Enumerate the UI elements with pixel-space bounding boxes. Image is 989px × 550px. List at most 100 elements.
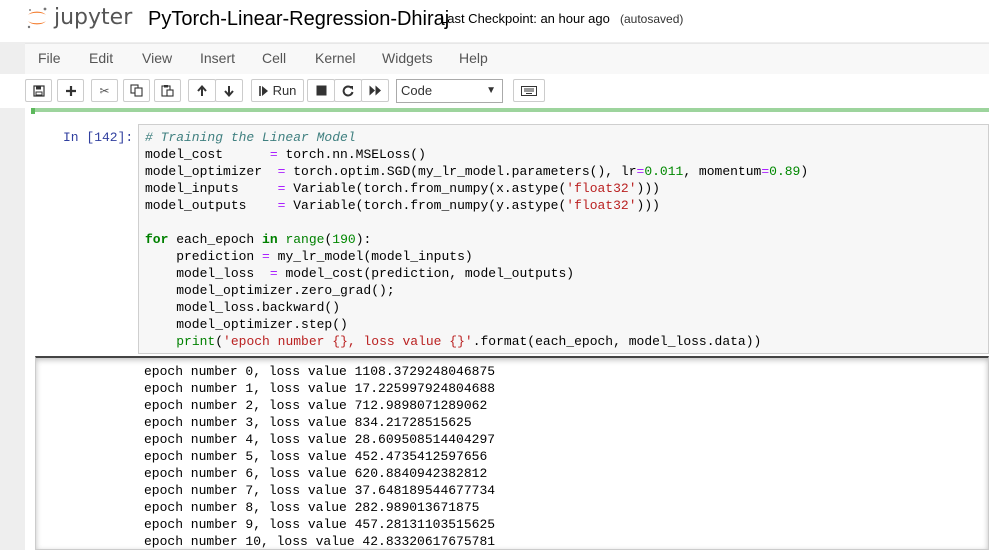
code-token: each_epoch [168,232,263,247]
menu-bar: File Edit View Insert Cell Kernel Widget… [25,43,989,75]
menu-edit[interactable]: Edit [89,50,113,66]
copy-icon [130,84,143,97]
code-token: = [269,266,278,281]
code-token: model_loss.backward() [145,300,341,315]
code-token: Variable(torch.from_numpy(x.astype( [285,181,567,196]
code-token: ))) [636,181,660,196]
code-line: for each_epoch in range(190): [145,231,808,248]
code-token: .format(each_epoch, model_loss.data)) [472,334,762,349]
code-line: print('epoch number {}, loss value {}'.f… [145,333,808,350]
code-token: in [262,232,278,247]
code-token: 'epoch number {}, loss value {}' [223,334,473,349]
menu-widgets[interactable]: Widgets [382,50,433,66]
code-token: ): [355,232,372,247]
cut-button[interactable]: ✂ [91,79,118,102]
code-token: ( [215,334,224,349]
code-token: # Training the Linear Model [145,130,356,145]
save-button[interactable] [25,79,52,102]
code-token: torch.nn.MSELoss() [277,147,426,162]
menu-insert[interactable]: Insert [200,50,235,66]
cell-type-value: Code [401,83,433,98]
code-token: model_loss [145,266,270,281]
code-token: model_cost(prediction, model_outputs) [277,266,575,281]
code-token: 0.89 [769,164,801,179]
jupyter-logo-icon [27,7,47,29]
output-line: epoch number 7, loss value 37.6481895446… [144,483,496,498]
insert-cell-button[interactable] [57,79,84,102]
code-token: prediction [145,249,263,264]
menu-view[interactable]: View [142,50,172,66]
code-token: torch.optim.SGD(my_lr_model.parameters()… [285,164,637,179]
code-token: Variable(torch.from_numpy(y.astype( [285,198,567,213]
code-editor[interactable]: # Training the Linear Model model_cost = … [145,129,808,350]
code-token: for [145,232,169,247]
jupyter-logo-text: jupyter [54,5,133,30]
code-line: model_optimizer.step() [145,316,808,333]
menu-file[interactable]: File [38,50,61,66]
selected-cell-marker [31,108,35,114]
run-button-label: Run [272,83,297,98]
code-token: 190 [332,232,356,247]
output-line: epoch number 10, loss value 42.833206176… [144,534,496,549]
code-token: model_optimizer.zero_grad(); [145,283,395,298]
plus-icon [65,85,76,96]
move-down-button[interactable] [215,79,243,102]
code-token: model_optimizer.step() [145,317,348,332]
restart-run-all-button[interactable] [361,79,389,102]
stop-icon [316,85,326,96]
command-palette-button[interactable] [513,79,545,102]
output-line: epoch number 1, loss value 17.2259979248… [144,381,496,396]
code-token: 'float32' [566,181,637,196]
code-line: model_loss.backward() [145,299,808,316]
input-prompt: In [142]: [63,130,134,145]
code-line: # Training the Linear Model [145,129,808,146]
restart-kernel-button[interactable] [334,79,362,102]
interrupt-kernel-button[interactable] [307,79,335,102]
code-token: model_cost [145,147,270,162]
move-up-button[interactable] [188,79,216,102]
code-token: 0.011 [644,164,684,179]
copy-button[interactable] [123,79,150,102]
menu-kernel[interactable]: Kernel [315,50,355,66]
output-line: epoch number 9, loss value 457.281311035… [144,517,496,532]
menu-help[interactable]: Help [459,50,488,66]
cell-type-select[interactable]: Code ▼ [396,79,503,103]
code-token: print [176,334,216,349]
notebook-title[interactable]: PyTorch-Linear-Regression-Dhiraj [148,6,449,32]
keyboard-icon [521,85,537,96]
output-line: epoch number 3, loss value 834.217285156… [144,415,472,430]
code-token: = [262,249,270,264]
restart-icon [342,84,354,96]
run-button[interactable]: Run [251,79,304,102]
notebook-header: jupyter PyTorch-Linear-Regression-Dhiraj… [0,0,989,42]
code-token: = [761,164,770,179]
run-icon [258,85,268,96]
code-line: model_outputs = Variable(torch.from_nump… [145,197,808,214]
checkpoint-status: Last Checkpoint: an hour ago [440,11,610,26]
output-line: epoch number 8, loss value 282.989013671… [144,500,480,515]
code-token: 'float32' [566,198,637,213]
code-token: model_optimizer [145,164,278,179]
paste-icon [161,85,174,97]
output-line: epoch number 4, loss value 28.6095085144… [144,432,496,447]
paste-button[interactable] [154,79,181,102]
output-line: epoch number 0, loss value 1108.37292480… [144,364,496,379]
autosave-status: (autosaved) [620,12,684,26]
menu-cell[interactable]: Cell [262,50,286,66]
output-line: epoch number 5, loss value 452.473541259… [144,449,488,464]
fast-forward-icon [369,85,381,96]
code-line: model_optimizer = torch.optim.SGD(my_lr_… [145,163,808,180]
code-token: model_inputs [145,181,278,196]
cell-output-text: epoch number 0, loss value 1108.37292480… [144,363,495,550]
chevron-down-icon: ▼ [486,85,496,96]
output-line: epoch number 2, loss value 712.989807128… [144,398,488,413]
save-icon [32,84,45,97]
code-token: ))) [636,198,660,213]
selected-cell-indicator [32,108,989,112]
code-token: ) [800,164,809,179]
code-token: model_outputs [145,198,278,213]
arrow-down-icon [224,85,234,97]
code-token: my_lr_model(model_inputs) [269,249,473,264]
